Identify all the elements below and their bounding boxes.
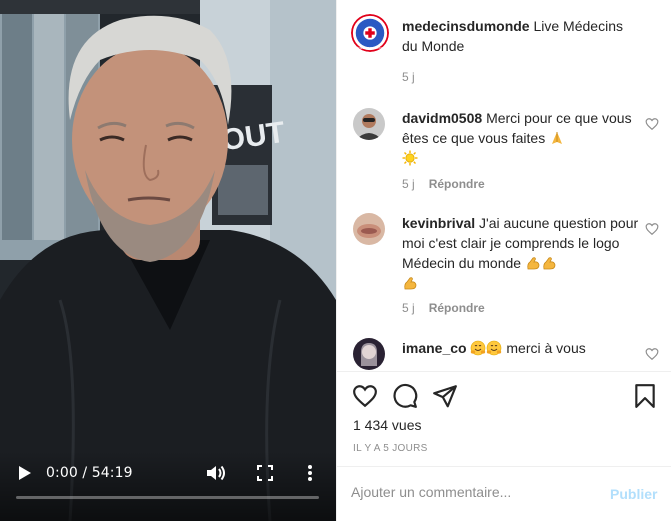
comment-time[interactable]: 5 j [402,301,415,315]
more-options-icon[interactable] [305,463,315,483]
comment-username[interactable]: kevinbrival [402,215,475,231]
sun-emoji [402,150,418,166]
fullscreen-icon[interactable] [256,464,274,482]
post-sidebar: MÉDECINS DU MONDE medecinsdumonde Live M… [336,0,671,521]
comment-item: kevinbrival J'ai aucune question pour mo… [353,213,659,315]
comment-text-block: imane_co merci à vous [402,338,640,358]
post-date[interactable]: IL Y A 5 JOURS [353,443,428,454]
reply-button[interactable]: Répondre [429,301,485,315]
add-comment-input[interactable] [351,477,601,507]
comments-list[interactable]: MÉDECINS DU MONDE medecinsdumonde Live M… [337,0,671,370]
comment-username[interactable]: davidm0508 [402,110,482,126]
reply-button[interactable]: Répondre [429,177,485,191]
comment-text-block: kevinbrival J'ai aucune question pour mo… [402,213,640,293]
hugging-face-emoji [471,340,486,356]
like-comment-heart-icon[interactable] [645,347,659,361]
comment-bubble-icon[interactable] [392,383,418,409]
comment-item: davidm0508 Merci pour ce que vous êtes c… [353,108,659,193]
like-comment-heart-icon[interactable] [645,222,659,236]
caption-time[interactable]: 5 j [402,70,415,84]
like-comment-heart-icon[interactable] [645,117,659,131]
flexed-biceps-emoji [527,257,540,270]
caption-username[interactable]: medecinsdumonde [402,18,530,34]
divider [337,466,671,467]
comment-time[interactable]: 5 j [402,177,415,191]
video-player[interactable]: OUT 0:00 / 54:19 [0,0,336,521]
like-heart-icon[interactable] [352,383,378,409]
video-time-display: 0:00 / 54:19 [46,465,133,481]
comment-text: merci à vous [506,340,586,356]
user-avatar[interactable] [353,213,385,245]
save-bookmark-icon[interactable] [632,383,658,409]
current-time: 0:00 [46,465,78,481]
comment-meta: 5 j Répondre [402,177,485,191]
flexed-biceps-emoji [404,277,417,290]
comment-meta: 5 j Répondre [402,301,485,315]
caption-text-block: medecinsdumonde Live Médecins du Monde [402,16,640,56]
video-frame: OUT [0,0,336,521]
view-count[interactable]: 1 434 vues [353,417,422,433]
flexed-biceps-emoji [543,257,556,270]
hugging-face-emoji [487,340,502,356]
comment-text-block: davidm0508 Merci pour ce que vous êtes c… [402,108,640,168]
time-separator: / [77,465,92,481]
video-progress-bar[interactable] [16,496,319,499]
post-caption: MÉDECINS DU MONDE medecinsdumonde Live M… [351,14,653,91]
publish-button[interactable]: Publier [610,486,657,502]
caption-meta: 5 j [402,70,415,84]
medecins-du-monde-avatar[interactable]: MÉDECINS DU MONDE [351,14,389,52]
avatar-logo-text: MÉDECINS DU MONDE [354,45,385,50]
user-avatar[interactable] [353,108,385,140]
comment-item: imane_co merci à vous [353,338,659,370]
user-avatar[interactable] [353,338,385,370]
comment-username[interactable]: imane_co [402,340,467,356]
volume-icon[interactable] [205,463,227,483]
divider [337,371,671,372]
play-icon[interactable] [14,463,34,483]
share-paper-plane-icon[interactable] [432,383,458,409]
duration: 54:19 [91,465,133,481]
video-controls-overlay [0,451,336,521]
folded-hands-emoji [552,132,563,144]
